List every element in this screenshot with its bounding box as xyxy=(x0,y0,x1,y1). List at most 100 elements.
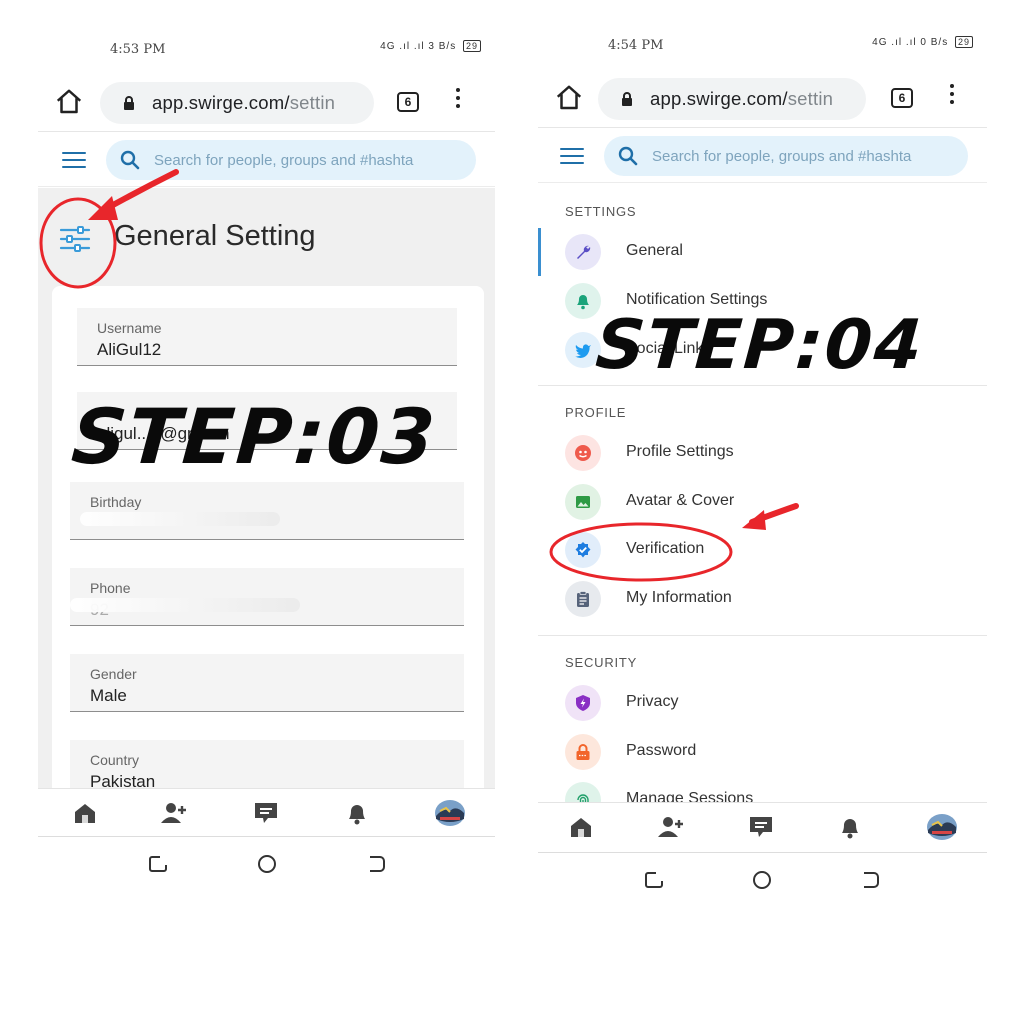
clipboard-icon xyxy=(565,581,601,617)
app-header xyxy=(538,127,987,183)
right-phone-screenshot: 4:54 PM 4G .ıl .ıl 0 B/s 29 app.swirge.c… xyxy=(538,24,987,900)
bell-icon[interactable] xyxy=(344,801,370,825)
shield-icon xyxy=(565,685,601,721)
menu-item-my-information[interactable]: My Information xyxy=(538,577,987,621)
app-header xyxy=(38,131,495,187)
url-text: app.swirge.com/settin xyxy=(152,92,335,114)
home-circle-icon[interactable] xyxy=(752,871,772,889)
filter-settings-icon[interactable] xyxy=(58,224,92,254)
avatar[interactable] xyxy=(926,813,958,841)
field-value: AliGul12 xyxy=(97,340,162,359)
avatar[interactable] xyxy=(434,799,466,827)
url-domain: app.swirge.com/ xyxy=(152,92,290,113)
username-field[interactable]: Username AliGul12 xyxy=(77,308,457,366)
wrench-icon xyxy=(565,234,601,270)
home-icon[interactable] xyxy=(72,801,98,825)
menu-item-general[interactable]: General xyxy=(538,230,987,274)
image-icon xyxy=(565,484,601,520)
status-bar: 4:53 PM 4G .ıl .ıl 3 B/s 29 xyxy=(38,28,495,74)
chat-icon[interactable] xyxy=(253,801,279,825)
general-setting-page: General Setting Username AliGul12 E alig… xyxy=(38,188,495,788)
recent-apps-icon[interactable] xyxy=(148,855,168,873)
tab-switcher-button[interactable]: 6 xyxy=(891,88,913,108)
battery-indicator: 29 xyxy=(954,36,973,48)
country-field[interactable]: Country Pakistan xyxy=(70,740,464,788)
step-label-right: STEP:04 xyxy=(593,306,927,385)
home-circle-icon[interactable] xyxy=(257,855,277,873)
search-box[interactable] xyxy=(106,140,476,180)
back-icon[interactable] xyxy=(366,855,386,873)
birthday-field[interactable]: Birthday xyxy=(70,482,464,540)
menu-item-label: Profile Settings xyxy=(626,443,734,460)
blurred-value xyxy=(80,512,280,526)
bottom-navigation xyxy=(538,802,987,850)
back-icon[interactable] xyxy=(860,871,880,889)
signal-indicator: 4G .ıl .ıl xyxy=(380,41,425,52)
url-text: app.swirge.com/settin xyxy=(650,88,833,110)
settings-menu: SETTINGS General Notification Settings S… xyxy=(538,188,987,802)
browser-toolbar: app.swirge.com/settin 6 xyxy=(538,72,987,126)
network-speed: 0 B/s xyxy=(920,37,949,48)
menu-item-avatar-cover[interactable]: Avatar & Cover xyxy=(538,480,987,524)
address-bar[interactable]: app.swirge.com/settin xyxy=(598,78,866,120)
lock-icon xyxy=(620,92,634,106)
field-label: Birthday xyxy=(90,494,142,510)
search-box[interactable] xyxy=(604,136,968,176)
section-title-profile: PROFILE xyxy=(565,405,627,420)
add-user-icon[interactable] xyxy=(657,815,683,839)
network-speed: 3 B/s xyxy=(428,41,457,52)
system-navigation-bar xyxy=(38,836,495,888)
menu-item-label: General xyxy=(626,242,683,259)
menu-item-profile-settings[interactable]: Profile Settings xyxy=(538,431,987,475)
field-label: Phone xyxy=(90,580,131,596)
menu-item-privacy[interactable]: Privacy xyxy=(538,681,987,725)
search-input[interactable] xyxy=(154,140,474,180)
menu-item-label: Manage Sessions xyxy=(626,790,754,802)
system-navigation-bar xyxy=(538,852,987,900)
fingerprint-icon xyxy=(565,782,601,802)
recent-apps-icon[interactable] xyxy=(644,871,664,889)
browser-menu-icon[interactable] xyxy=(946,84,958,112)
status-icons: 4G .ıl .ıl 3 B/s 29 xyxy=(380,40,481,52)
menu-item-label: Verification xyxy=(626,540,705,557)
url-domain: app.swirge.com/ xyxy=(650,88,788,109)
search-input[interactable] xyxy=(652,136,968,176)
menu-item-verification[interactable]: Verification xyxy=(538,528,987,572)
home-icon[interactable] xyxy=(54,87,84,117)
section-title-security: SECURITY xyxy=(565,655,638,670)
lock-icon xyxy=(565,734,601,770)
divider xyxy=(538,385,987,386)
menu-item-label: Password xyxy=(626,742,697,759)
chat-icon[interactable] xyxy=(748,815,774,839)
menu-item-password[interactable]: Password xyxy=(538,730,987,774)
status-time: 4:53 PM xyxy=(110,42,166,57)
url-path: settin xyxy=(787,88,834,109)
add-user-icon[interactable] xyxy=(160,801,186,825)
signal-indicator: 4G .ıl .ıl xyxy=(872,37,917,48)
url-path: settin xyxy=(289,92,336,113)
step-label-left: STEP:03 xyxy=(68,392,440,481)
user-icon xyxy=(565,435,601,471)
section-title-settings: SETTINGS xyxy=(565,204,637,219)
tab-switcher-button[interactable]: 6 xyxy=(397,92,419,112)
gender-field[interactable]: Gender Male xyxy=(70,654,464,712)
home-icon[interactable] xyxy=(554,83,584,113)
status-icons: 4G .ıl .ıl 0 B/s 29 xyxy=(872,36,973,48)
search-icon xyxy=(120,150,140,170)
field-value: Male xyxy=(90,686,127,705)
menu-item-manage-sessions[interactable]: Manage Sessions xyxy=(538,778,987,802)
field-label: Country xyxy=(90,752,140,768)
address-bar[interactable]: app.swirge.com/settin xyxy=(100,82,374,124)
bell-icon[interactable] xyxy=(837,815,863,839)
menu-item-label: Avatar & Cover xyxy=(626,492,735,509)
status-bar: 4:54 PM 4G .ıl .ıl 0 B/s 29 xyxy=(538,24,987,70)
status-time: 4:54 PM xyxy=(608,38,664,53)
hamburger-icon[interactable] xyxy=(560,148,584,164)
home-icon[interactable] xyxy=(568,815,594,839)
menu-item-label: Privacy xyxy=(626,693,679,710)
field-label: Gender xyxy=(90,666,137,682)
browser-menu-icon[interactable] xyxy=(452,88,464,116)
hamburger-icon[interactable] xyxy=(62,152,86,168)
phone-field[interactable]: Phone 92 xyxy=(70,568,464,626)
bell-icon xyxy=(565,283,601,319)
